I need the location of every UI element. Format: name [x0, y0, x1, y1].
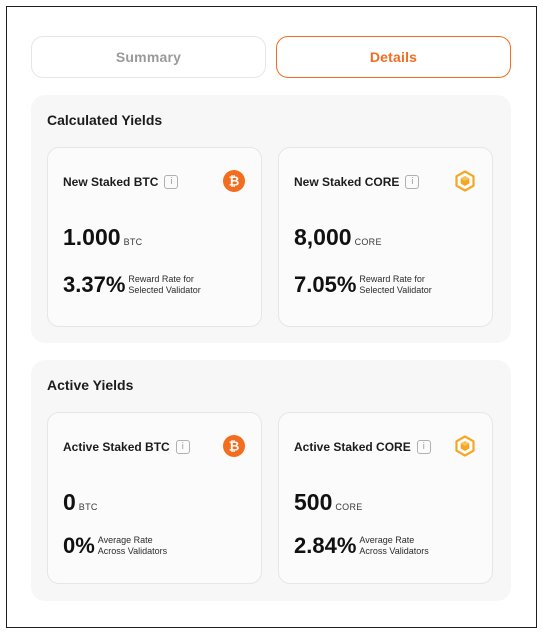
amount-unit: BTC: [78, 502, 98, 512]
amount-value: 8,000: [294, 224, 352, 250]
rate-description: Average Rate Across Validators: [97, 535, 168, 556]
section-title-calculated: Calculated Yields: [47, 112, 163, 128]
card-label: Active Staked CORE: [294, 440, 411, 454]
active-staked-btc-card: Active Staked BTC i ₿ 0 BTC 0% Average R…: [47, 412, 262, 584]
rate-value: 3.37%: [63, 272, 126, 297]
info-icon[interactable]: i: [175, 440, 190, 454]
amount-value: 1.000: [63, 224, 121, 250]
svg-text:₿: ₿: [229, 440, 240, 455]
rate-description: Average Rate Across Validators: [359, 535, 429, 556]
core-icon: [455, 435, 475, 457]
rate-description: Reward Rate for Selected Validator: [359, 274, 432, 295]
tab-bar: Summary Details: [31, 36, 511, 78]
amount-value: 0: [63, 489, 76, 515]
yields-panel: Summary Details Calculated Yields New St…: [6, 6, 537, 628]
amount-value: 500: [294, 489, 333, 515]
amount-unit: BTC: [123, 237, 143, 247]
rate-description: Reward Rate for Selected Validator: [128, 274, 201, 295]
info-icon[interactable]: i: [164, 175, 179, 189]
card-label: New Staked BTC: [63, 175, 159, 189]
core-icon: [455, 170, 475, 192]
section-title-active: Active Yields: [47, 377, 134, 393]
info-icon[interactable]: i: [416, 440, 431, 454]
calculated-yields-section: Calculated Yields New Staked BTC i ₿ 1.0…: [31, 95, 511, 343]
svg-text:₿: ₿: [229, 175, 240, 190]
rate-value: 0%: [63, 533, 95, 558]
amount-unit: CORE: [335, 502, 363, 512]
card-label: Active Staked BTC: [63, 440, 170, 454]
rate-value: 7.05%: [294, 272, 357, 297]
active-staked-core-card: Active Staked CORE i 500 CORE 2.84% Aver…: [278, 412, 493, 584]
tab-details[interactable]: Details: [276, 36, 511, 78]
info-icon[interactable]: i: [405, 175, 420, 189]
bitcoin-icon: ₿: [223, 170, 245, 192]
amount-unit: CORE: [354, 237, 382, 247]
new-staked-core-card: New Staked CORE i 8,000 CORE 7.05% Rewar…: [278, 147, 493, 327]
rate-value: 2.84%: [294, 533, 357, 558]
active-yields-section: Active Yields Active Staked BTC i ₿ 0 BT…: [31, 360, 511, 601]
bitcoin-icon: ₿: [223, 435, 245, 457]
tab-summary[interactable]: Summary: [31, 36, 266, 78]
card-label: New Staked CORE: [294, 175, 400, 189]
new-staked-btc-card: New Staked BTC i ₿ 1.000 BTC 3.37% Rewar…: [47, 147, 262, 327]
